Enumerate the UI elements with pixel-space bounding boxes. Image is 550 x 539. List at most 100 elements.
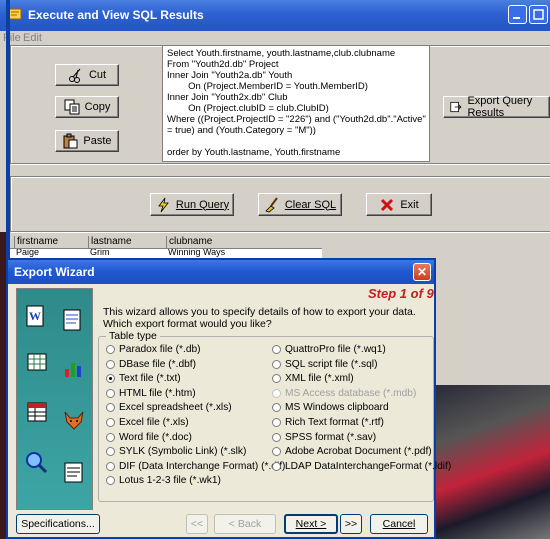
report-pad-icon [64, 462, 83, 483]
radio-button[interactable] [106, 461, 115, 471]
format-option-label: QuattroPro file (*.wq1) [285, 344, 386, 355]
radio-button[interactable] [106, 403, 115, 413]
run-query-label: Run Query [175, 198, 230, 211]
radio-button[interactable] [272, 447, 281, 457]
radio-button[interactable] [106, 345, 115, 354]
format-option-label: Excel file (*.xls) [119, 417, 189, 428]
paste-label: Paste [83, 135, 112, 147]
format-option[interactable]: Paradox file (*.db) [106, 344, 201, 355]
format-option-label: Excel spreadsheet (*.xls) [119, 402, 232, 414]
format-option: MS Access database (*.mdb) [272, 388, 416, 399]
background-region [435, 236, 550, 388]
cut-button[interactable]: Cut [55, 64, 119, 86]
format-option[interactable]: QuattroPro file (*.wq1) [272, 344, 386, 355]
minimize-button[interactable] [508, 5, 527, 24]
sql-editor[interactable]: Select Youth.firstname, youth.lastname,c… [162, 45, 430, 162]
column-header-firstname[interactable]: firstname [14, 236, 87, 248]
spreadsheet-icon [27, 353, 47, 371]
back-button[interactable]: < Back [214, 514, 276, 534]
menu-bar: File Edit [0, 31, 550, 45]
format-option[interactable]: SYLK (Symbolic Link) (*.slk) [106, 446, 246, 457]
radio-button[interactable] [272, 345, 281, 354]
maximize-icon [533, 9, 544, 20]
menu-edit[interactable]: Edit [23, 32, 42, 44]
maximize-button[interactable] [529, 5, 548, 24]
broom-icon [265, 196, 278, 212]
radio-button[interactable] [272, 403, 281, 413]
wizard-title: Export Wizard [14, 265, 95, 279]
format-option[interactable]: HTML file (*.htm) [106, 388, 196, 399]
exit-label: Exit [400, 198, 419, 211]
format-option[interactable]: Adobe Acrobat Document (*.pdf) [272, 446, 432, 457]
last-step-label: >> [344, 518, 358, 530]
radio-button[interactable] [106, 418, 115, 427]
specifications-button[interactable]: Specifications... [16, 514, 100, 534]
format-option-label: MS Windows clipboard [285, 402, 389, 414]
last-step-button[interactable]: >> [340, 514, 362, 534]
run-query-button[interactable]: Run Query [150, 193, 234, 216]
format-option[interactable]: Text file (*.txt) [106, 373, 181, 384]
radio-button[interactable] [106, 447, 115, 457]
format-option[interactable]: XML file (*.xml) [272, 373, 354, 384]
format-option[interactable]: DBase file (*.dbf) [106, 359, 196, 370]
radio-button[interactable] [272, 359, 281, 369]
format-option[interactable]: SQL script file (*.sql) [272, 359, 377, 370]
format-option-label: SYLK (Symbolic Link) (*.slk) [119, 446, 247, 458]
svg-text:W: W [29, 309, 41, 323]
background-wallpaper-image [435, 385, 550, 539]
export-label: Export Query Results [467, 95, 533, 119]
column-header-lastname[interactable]: lastname [88, 236, 165, 248]
format-option[interactable]: DIF (Data Interchange Format) (*.dif) [106, 461, 285, 472]
wizard-intro-text: This wizard allows you to specify detail… [103, 306, 416, 330]
format-option-label: XML file (*.xml) [285, 373, 354, 385]
wizard-close-button[interactable]: ✕ [413, 263, 431, 281]
radio-button[interactable] [106, 359, 115, 369]
format-option-label: SPSS format (*.sav) [285, 431, 377, 443]
format-option[interactable]: Lotus 1-2-3 file (*.wk1) [106, 475, 221, 486]
column-header-clubname[interactable]: clubname [166, 236, 319, 248]
lightning-icon [158, 197, 169, 212]
paste-button[interactable]: Paste [55, 130, 119, 152]
main-title-bar[interactable]: Execute and View SQL Results [0, 0, 550, 31]
next-button[interactable]: Next > [284, 514, 338, 534]
query-magnifier-icon [26, 452, 48, 474]
format-option[interactable]: Word file (*.doc) [106, 432, 192, 443]
radio-button[interactable] [272, 374, 281, 384]
back-label: < Back [228, 518, 262, 530]
format-option-label: SQL script file (*.sql) [285, 358, 378, 370]
format-option-label: Adobe Acrobat Document (*.pdf) [285, 446, 432, 458]
wizard-title-bar[interactable]: Export Wizard ✕ [8, 260, 434, 284]
radio-button[interactable] [272, 432, 281, 442]
format-option[interactable]: LDAP DataInterchangeFormat (*.ldif) [272, 461, 451, 472]
format-option[interactable]: Excel spreadsheet (*.xls) [106, 402, 232, 413]
cancel-button[interactable]: Cancel [370, 514, 428, 534]
word-document-icon: W [26, 305, 44, 327]
app-icon [8, 8, 22, 20]
exit-button[interactable]: Exit [366, 193, 432, 216]
format-option[interactable]: Excel file (*.xls) [106, 417, 189, 428]
clipboard-icon [63, 133, 78, 149]
format-option-label: DBase file (*.dbf) [119, 358, 197, 370]
radio-button[interactable] [272, 461, 281, 471]
main-window-title: Execute and View SQL Results [28, 8, 204, 22]
format-option[interactable]: MS Windows clipboard [272, 402, 389, 413]
export-results-button[interactable]: Export Query Results [443, 95, 550, 119]
copy-label: Copy [84, 101, 111, 113]
radio-button[interactable] [106, 374, 115, 384]
results-grid-header: firstname lastname clubname [10, 236, 322, 249]
format-option[interactable]: SPSS format (*.sav) [272, 432, 376, 443]
minimize-icon [513, 17, 520, 19]
radio-button[interactable] [106, 432, 115, 442]
copy-button[interactable]: Copy [55, 96, 119, 118]
first-step-button[interactable]: << [186, 514, 208, 534]
wizard-step-indicator: Step 1 of 9 [368, 286, 434, 301]
radio-button[interactable] [272, 418, 281, 427]
close-icon: ✕ [416, 265, 428, 279]
format-option[interactable]: Rich Text format (*.rtf) [272, 417, 384, 428]
clear-sql-button[interactable]: Clear SQL [258, 193, 342, 216]
radio-button [272, 388, 281, 398]
format-option-label: Lotus 1-2-3 file (*.wk1) [119, 475, 221, 487]
format-option-label: Paradox file (*.db) [119, 344, 201, 355]
radio-button[interactable] [106, 476, 115, 486]
radio-button[interactable] [106, 388, 115, 398]
